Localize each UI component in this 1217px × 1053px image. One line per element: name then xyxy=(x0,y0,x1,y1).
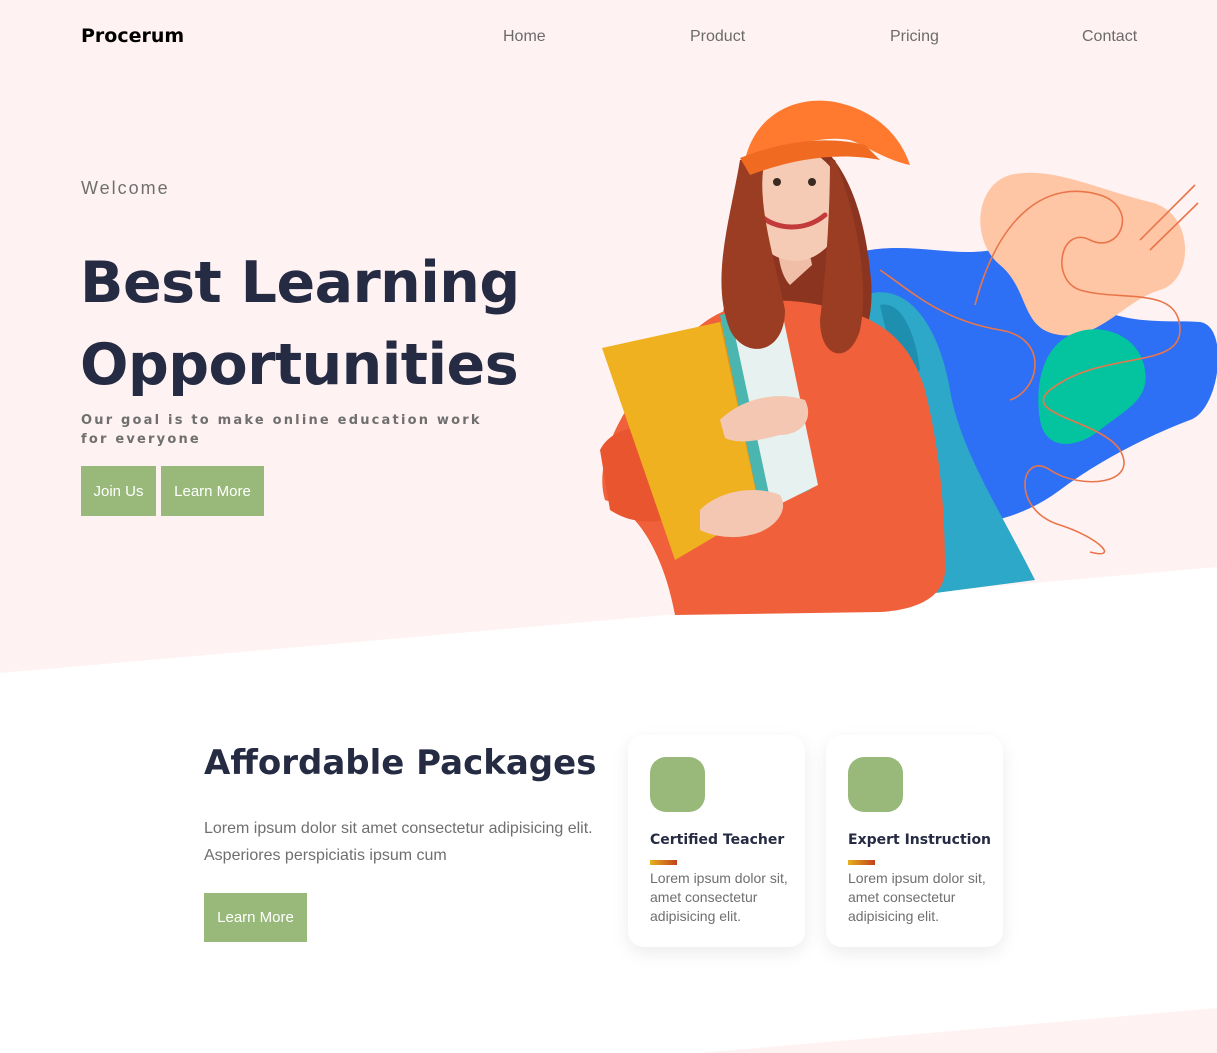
card-text: Lorem ipsum dolor sit, amet consectetur … xyxy=(650,870,788,924)
nav-product[interactable]: Product xyxy=(690,28,745,46)
card-text: Lorem ipsum dolor sit, amet consectetur … xyxy=(848,870,986,924)
package-card-expert-instruction[interactable]: Expert Instruction Lorem ipsum dolor sit… xyxy=(826,735,1003,947)
hero-title-line-2: Opportunities xyxy=(80,332,519,398)
packages-learn-more-button[interactable]: Learn More xyxy=(204,893,307,942)
nav-home[interactable]: Home xyxy=(503,28,546,46)
card-title: Expert Instruction xyxy=(848,832,992,848)
hero-eyebrow: Welcome xyxy=(81,178,170,198)
packages-description: Lorem ipsum dolor sit amet consectetur a… xyxy=(204,820,593,864)
join-us-button[interactable]: Join Us xyxy=(81,466,156,516)
learn-more-button[interactable]: Learn More xyxy=(161,466,264,516)
certificate-icon xyxy=(650,757,705,812)
card-accent-bar xyxy=(848,860,875,865)
packages-title: Affordable Packages xyxy=(204,743,597,783)
nav-contact[interactable]: Contact xyxy=(1082,28,1137,46)
hero-title: Best Learning Opportunities xyxy=(80,242,600,406)
main-nav: Home Product Pricing Contact xyxy=(0,28,1217,48)
card-title: Certified Teacher xyxy=(650,832,785,848)
footer-wedge xyxy=(700,1008,1217,1053)
hero-title-line-1: Best Learning xyxy=(80,250,520,316)
nav-pricing[interactable]: Pricing xyxy=(890,28,939,46)
card-accent-bar xyxy=(650,860,677,865)
instruction-icon xyxy=(848,757,903,812)
package-card-certified-teacher[interactable]: Certified Teacher Lorem ipsum dolor sit,… xyxy=(628,735,805,947)
student-with-books-illustration xyxy=(600,100,1217,615)
hero-subtitle: Our goal is to make online education wor… xyxy=(81,413,482,447)
